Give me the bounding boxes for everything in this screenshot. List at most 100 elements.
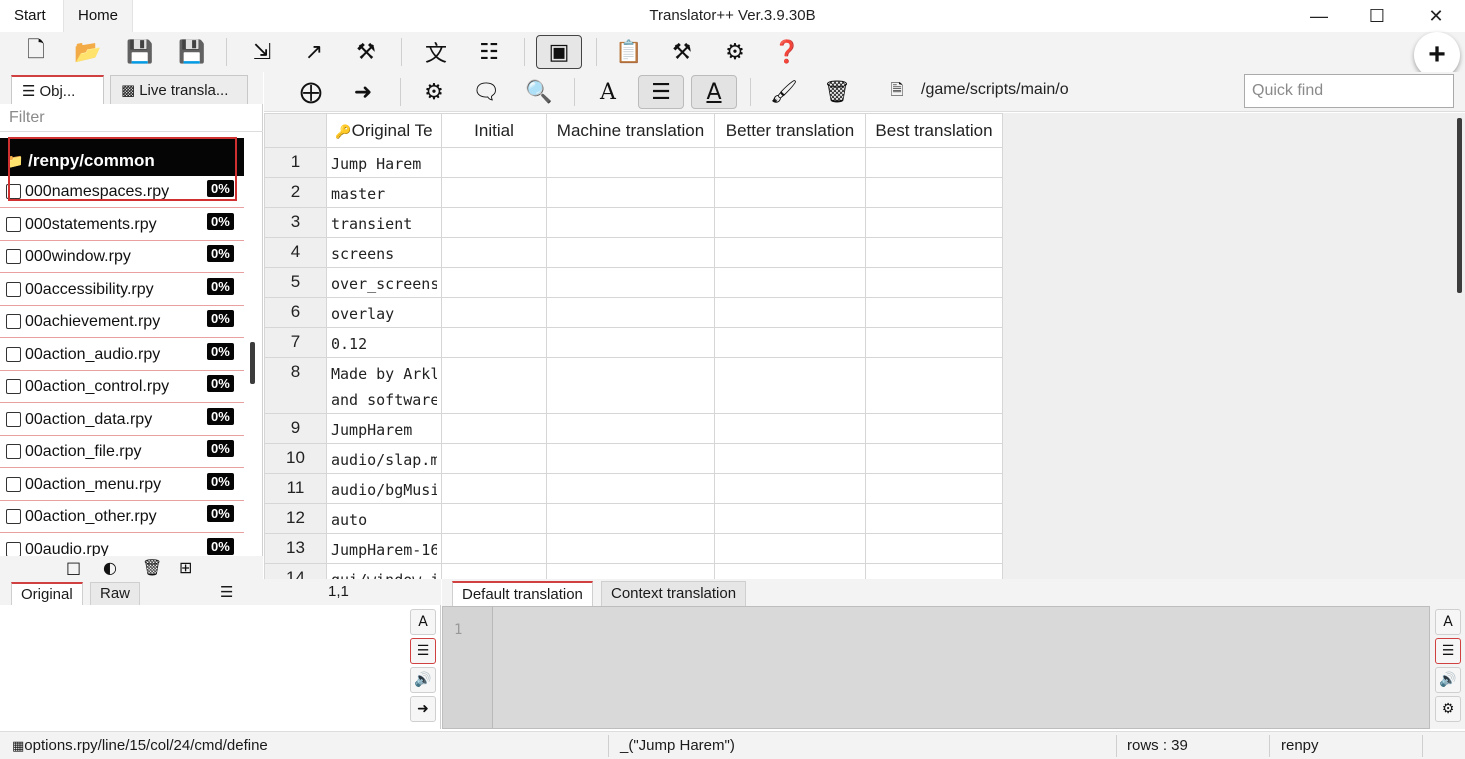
text-format-icon[interactable]: A xyxy=(691,75,737,109)
cell-original[interactable]: overlay xyxy=(326,297,442,328)
list-view-icon[interactable]: ☷ xyxy=(473,36,505,68)
cell-best[interactable] xyxy=(865,177,1003,208)
cell-initial[interactable] xyxy=(441,327,547,358)
cell-original[interactable]: 0.12 xyxy=(326,327,442,358)
cell-best[interactable] xyxy=(865,503,1003,534)
wrap-icon-right[interactable]: ☰ xyxy=(1435,638,1461,664)
cell-best[interactable] xyxy=(865,563,1003,579)
cell-best[interactable] xyxy=(865,297,1003,328)
file-checkbox[interactable] xyxy=(6,249,21,264)
tab-context-translation[interactable]: Context translation xyxy=(601,581,747,606)
cell-original[interactable]: master xyxy=(326,177,442,208)
filter-input[interactable]: Filter xyxy=(0,104,263,132)
cell-original[interactable]: Made by Arkl and software xyxy=(326,357,442,414)
table-row[interactable]: 3 transient xyxy=(264,207,1003,238)
panel-layout-icon[interactable]: ▣ xyxy=(536,35,582,69)
file-checkbox[interactable] xyxy=(6,509,21,524)
file-checkbox[interactable] xyxy=(6,379,21,394)
cell-initial[interactable] xyxy=(441,297,547,328)
search-icon[interactable]: 🔍 xyxy=(523,76,555,108)
tab-default-translation[interactable]: Default translation xyxy=(452,581,593,606)
folder-row[interactable]: 📁 /renpy/common xyxy=(0,138,244,176)
file-checkbox[interactable] xyxy=(6,184,21,199)
file-row[interactable]: 00accessibility.rpy 0% xyxy=(0,274,244,306)
cell-machine[interactable] xyxy=(546,443,715,474)
file-row[interactable]: 000statements.rpy 0% xyxy=(0,209,244,241)
cell-initial[interactable] xyxy=(441,357,547,414)
table-row[interactable]: 5 over_screens xyxy=(264,267,1003,298)
save-as-icon[interactable]: 💾 xyxy=(176,36,208,68)
file-row[interactable]: 00action_other.rpy 0% xyxy=(0,501,244,533)
cell-original[interactable]: transient xyxy=(326,207,442,238)
add-file-icon[interactable]: ⊞ xyxy=(179,558,192,577)
column-header-machine[interactable]: Machine translation xyxy=(546,113,715,148)
delete-icon[interactable]: 🗑 xyxy=(142,558,162,577)
cell-original[interactable]: audio/bgMusi xyxy=(326,473,442,504)
cell-better[interactable] xyxy=(714,443,866,474)
table-row[interactable]: 2 master xyxy=(264,177,1003,208)
cell-better[interactable] xyxy=(714,357,866,414)
table-row[interactable]: 8 Made by Arkl and software xyxy=(264,357,1003,414)
table-row[interactable]: 9 JumpHarem xyxy=(264,413,1003,444)
tab-original[interactable]: Original xyxy=(11,582,83,605)
list-icon[interactable]: ☰ xyxy=(220,583,233,601)
cell-best[interactable] xyxy=(865,533,1003,564)
cell-best[interactable] xyxy=(865,413,1003,444)
cell-better[interactable] xyxy=(714,237,866,268)
minimize-button[interactable]: — xyxy=(1290,0,1348,32)
cell-best[interactable] xyxy=(865,267,1003,298)
add-row-icon[interactable]: ⨁ xyxy=(295,76,327,108)
menu-tab-start[interactable]: Start xyxy=(0,0,60,32)
cell-machine[interactable] xyxy=(546,207,715,238)
cell-better[interactable] xyxy=(714,473,866,504)
cell-machine[interactable] xyxy=(546,267,715,298)
invert-selection-icon[interactable]: ◐ xyxy=(103,558,117,577)
clipboard-icon[interactable]: 📋 xyxy=(613,36,645,68)
file-checkbox[interactable] xyxy=(6,216,21,232)
cell-better[interactable] xyxy=(714,147,866,178)
cell-best[interactable] xyxy=(865,237,1003,268)
quick-find-input[interactable]: Quick find xyxy=(1244,74,1454,108)
arrow-right-icon[interactable]: ➜ xyxy=(410,696,436,722)
column-header-original[interactable]: 🔑Original Te xyxy=(326,113,442,148)
cell-initial[interactable] xyxy=(441,177,547,208)
cell-original[interactable]: JumpHarem xyxy=(326,413,442,444)
cell-initial[interactable] xyxy=(441,267,547,298)
select-none-icon[interactable]: □ xyxy=(66,558,81,577)
close-button[interactable]: ✕ xyxy=(1407,0,1465,32)
cell-initial[interactable] xyxy=(441,237,547,268)
file-checkbox[interactable] xyxy=(6,444,21,459)
file-checkbox[interactable] xyxy=(6,281,21,297)
tools-icon[interactable]: ⚒ xyxy=(666,36,698,68)
file-checkbox[interactable] xyxy=(6,314,21,329)
file-row[interactable]: 00action_control.rpy 0% xyxy=(0,371,244,403)
cell-better[interactable] xyxy=(714,207,866,238)
cell-better[interactable] xyxy=(714,503,866,534)
inject-icon[interactable]: ⚒ xyxy=(350,36,382,68)
cell-initial[interactable] xyxy=(441,503,547,534)
cell-better[interactable] xyxy=(714,533,866,564)
file-row[interactable]: 000window.rpy 0% xyxy=(0,241,244,273)
cell-better[interactable] xyxy=(714,563,866,579)
clean-brush-icon[interactable]: 🖌 xyxy=(768,76,800,108)
cell-best[interactable] xyxy=(865,327,1003,358)
speaker-icon-right[interactable]: 🔊 xyxy=(1435,667,1461,693)
file-row[interactable]: 00achievement.rpy 0% xyxy=(0,306,244,338)
tab-live-translation[interactable]: ▩ Live transla... xyxy=(110,75,248,104)
font-size-icon[interactable]: A xyxy=(592,76,624,108)
gear-icon-right[interactable]: ⚙ xyxy=(1435,696,1461,722)
cell-original[interactable]: Jump Harem xyxy=(326,147,442,178)
cell-best[interactable] xyxy=(865,443,1003,474)
table-row[interactable]: 1 Jump Harem xyxy=(264,147,1003,178)
cell-machine[interactable] xyxy=(546,533,715,564)
cell-better[interactable] xyxy=(714,413,866,444)
wrap-text-icon[interactable]: ☰ xyxy=(638,75,684,109)
file-checkbox[interactable] xyxy=(6,411,21,427)
table-row[interactable]: 12 auto xyxy=(264,503,1003,534)
cell-best[interactable] xyxy=(865,357,1003,414)
cell-original[interactable]: auto xyxy=(326,503,442,534)
cell-machine[interactable] xyxy=(546,327,715,358)
cell-initial[interactable] xyxy=(441,443,547,474)
grid-scrollbar[interactable] xyxy=(1457,118,1462,293)
table-row[interactable]: 6 overlay xyxy=(264,297,1003,328)
